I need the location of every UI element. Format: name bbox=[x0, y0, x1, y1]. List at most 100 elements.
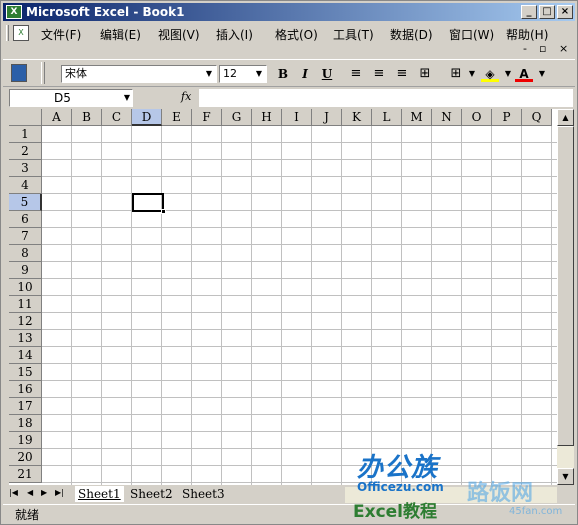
row-header-12[interactable]: 12 bbox=[9, 313, 42, 330]
menu-format[interactable]: 格式(O) bbox=[275, 26, 318, 43]
italic-button[interactable]: I bbox=[296, 66, 314, 82]
doc-close-button[interactable]: × bbox=[559, 42, 568, 55]
column-header-c[interactable]: C bbox=[102, 109, 132, 126]
doc-minimize-button[interactable]: - bbox=[523, 42, 527, 55]
align-right-icon[interactable]: ≡ bbox=[393, 66, 411, 82]
row-header-2[interactable]: 2 bbox=[9, 143, 42, 160]
column-header-a[interactable]: A bbox=[42, 109, 72, 126]
next-sheet-icon[interactable]: ▶ bbox=[41, 488, 47, 497]
save-icon[interactable] bbox=[11, 64, 27, 82]
active-cell[interactable] bbox=[132, 193, 166, 214]
row-header-18[interactable]: 18 bbox=[9, 415, 42, 432]
column-header-d[interactable]: D bbox=[132, 109, 162, 126]
column-header-b[interactable]: B bbox=[72, 109, 102, 126]
insert-function-icon[interactable]: fx bbox=[181, 90, 191, 103]
chevron-down-icon[interactable]: ▼ bbox=[124, 90, 130, 106]
row-header-17[interactable]: 17 bbox=[9, 398, 42, 415]
row-header-13[interactable]: 13 bbox=[9, 330, 42, 347]
menu-insert[interactable]: 插入(I) bbox=[216, 26, 253, 43]
merge-center-icon[interactable]: ⊞ bbox=[416, 66, 434, 82]
formatting-toolbar: 宋体 ▼ 12 ▼ B I U ≡ ≡ ≡ ⊞ ⊞ ▼ ◈ ▼ A ▼ bbox=[3, 59, 575, 87]
column-header-f[interactable]: F bbox=[192, 109, 222, 126]
font-color-icon[interactable]: A bbox=[515, 66, 533, 82]
row-header-11[interactable]: 11 bbox=[9, 296, 42, 313]
fill-color-icon[interactable]: ◈ bbox=[481, 66, 499, 82]
row-header-4[interactable]: 4 bbox=[9, 177, 42, 194]
name-box-value: D5 bbox=[54, 91, 71, 105]
sheet-tab-1[interactable]: Sheet1 bbox=[75, 486, 124, 502]
workbook-icon[interactable]: X bbox=[13, 25, 29, 41]
scroll-up-icon[interactable]: ▲ bbox=[557, 109, 574, 126]
column-header-q[interactable]: Q bbox=[522, 109, 552, 126]
menu-data[interactable]: 数据(D) bbox=[390, 26, 433, 43]
scroll-thumb[interactable] bbox=[557, 126, 574, 446]
column-header-l[interactable]: L bbox=[372, 109, 402, 126]
sheet-tab-2[interactable]: Sheet2 bbox=[127, 486, 176, 502]
excel-app-icon: X bbox=[6, 5, 22, 19]
close-button[interactable]: × bbox=[557, 5, 573, 19]
chevron-down-icon[interactable]: ▼ bbox=[253, 67, 265, 81]
row-header-21[interactable]: 21 bbox=[9, 466, 42, 483]
column-header-i[interactable]: I bbox=[282, 109, 312, 126]
row-header-20[interactable]: 20 bbox=[9, 449, 42, 466]
row-header-7[interactable]: 7 bbox=[9, 228, 42, 245]
menu-help[interactable]: 帮助(H) bbox=[506, 26, 548, 43]
row-header-15[interactable]: 15 bbox=[9, 364, 42, 381]
last-sheet-icon[interactable]: ▶| bbox=[55, 488, 64, 497]
status-text: 就绪 bbox=[15, 508, 40, 522]
column-header-k[interactable]: K bbox=[342, 109, 372, 126]
menu-edit[interactable]: 编辑(E) bbox=[100, 26, 141, 43]
chevron-down-icon[interactable]: ▼ bbox=[533, 66, 551, 82]
chevron-down-icon[interactable]: ▼ bbox=[463, 66, 481, 82]
underline-button[interactable]: U bbox=[318, 66, 336, 82]
sheet-tab-3[interactable]: Sheet3 bbox=[179, 486, 228, 502]
row-header-10[interactable]: 10 bbox=[9, 279, 42, 296]
chevron-down-icon[interactable]: ▼ bbox=[203, 67, 215, 81]
menubar-grip[interactable] bbox=[6, 25, 9, 41]
row-header-5[interactable]: 5 bbox=[9, 194, 42, 211]
align-left-icon[interactable]: ≡ bbox=[347, 66, 365, 82]
column-header-g[interactable]: G bbox=[222, 109, 252, 126]
menu-tools[interactable]: 工具(T) bbox=[333, 26, 374, 43]
row-header-1[interactable]: 1 bbox=[9, 126, 42, 143]
column-header-j[interactable]: J bbox=[312, 109, 342, 126]
row-header-9[interactable]: 9 bbox=[9, 262, 42, 279]
menu-window[interactable]: 窗口(W) bbox=[449, 26, 494, 43]
doc-restore-button[interactable]: ▫ bbox=[539, 42, 546, 55]
column-header-o[interactable]: O bbox=[462, 109, 492, 126]
cell-area[interactable] bbox=[42, 126, 557, 485]
minimize-button[interactable]: _ bbox=[521, 5, 537, 19]
select-all-corner[interactable] bbox=[9, 109, 42, 126]
menu-file[interactable]: 文件(F) bbox=[41, 26, 81, 43]
column-header-e[interactable]: E bbox=[162, 109, 192, 126]
watermark-right-site: 45fan.com bbox=[509, 506, 563, 517]
column-header-h[interactable]: H bbox=[252, 109, 282, 126]
name-box[interactable]: D5 ▼ bbox=[9, 89, 133, 107]
fill-handle[interactable] bbox=[161, 209, 166, 214]
watermark-site: Officezu.com bbox=[357, 480, 444, 494]
row-header-3[interactable]: 3 bbox=[9, 160, 42, 177]
font-name-combo[interactable]: 宋体 ▼ bbox=[61, 65, 217, 83]
maximize-button[interactable]: □ bbox=[539, 5, 555, 19]
title-bar: X Microsoft Excel - Book1 _ □ × bbox=[3, 3, 575, 21]
column-header-n[interactable]: N bbox=[432, 109, 462, 126]
column-header-m[interactable]: M bbox=[402, 109, 432, 126]
row-header-6[interactable]: 6 bbox=[9, 211, 42, 228]
font-size-combo[interactable]: 12 ▼ bbox=[219, 65, 267, 83]
watermark-logo: 办公族 bbox=[357, 453, 439, 483]
row-header-8[interactable]: 8 bbox=[9, 245, 42, 262]
row-header-14[interactable]: 14 bbox=[9, 347, 42, 364]
column-header-p[interactable]: P bbox=[492, 109, 522, 126]
toolbar-grip[interactable] bbox=[41, 62, 45, 84]
formula-input[interactable] bbox=[199, 89, 573, 107]
menu-view[interactable]: 视图(V) bbox=[158, 26, 200, 43]
bold-button[interactable]: B bbox=[274, 66, 292, 82]
scroll-down-icon[interactable]: ▼ bbox=[557, 468, 574, 485]
row-header-16[interactable]: 16 bbox=[9, 381, 42, 398]
row-header-19[interactable]: 19 bbox=[9, 432, 42, 449]
align-center-icon[interactable]: ≡ bbox=[370, 66, 388, 82]
prev-sheet-icon[interactable]: ◀ bbox=[27, 488, 33, 497]
vertical-scrollbar[interactable]: ▲ ▼ bbox=[557, 109, 574, 485]
watermark-excel: Excel教程 bbox=[353, 502, 438, 522]
first-sheet-icon[interactable]: |◀ bbox=[9, 488, 18, 497]
